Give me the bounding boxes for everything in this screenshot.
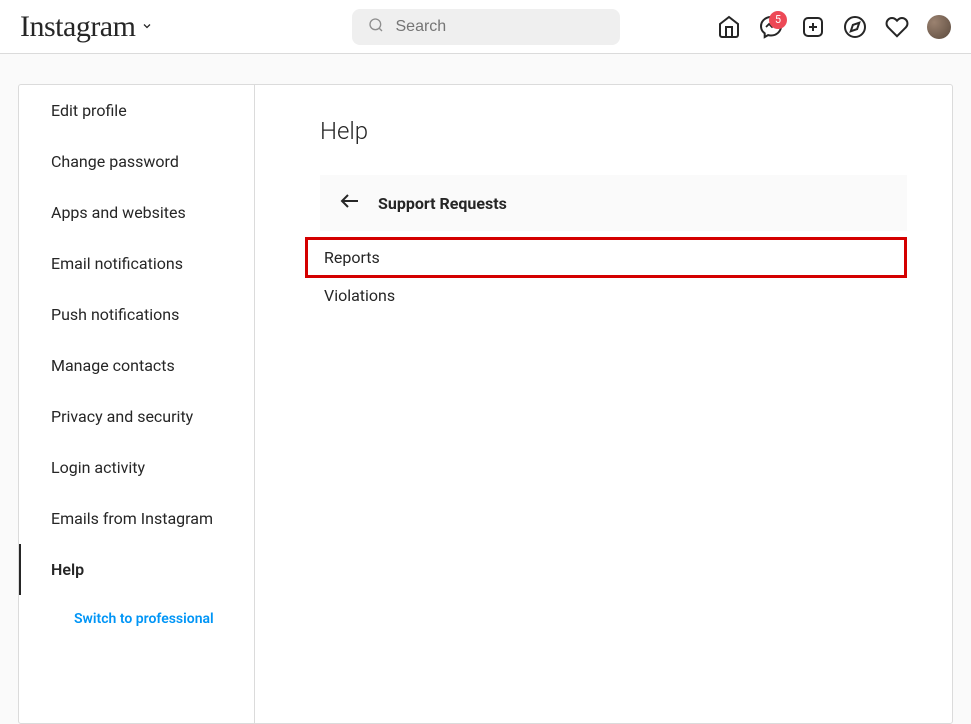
sidebar-item-push-notifications[interactable]: Push notifications	[19, 289, 254, 340]
row-violations[interactable]: Violations	[320, 278, 907, 313]
sidebar-item-email-notifications[interactable]: Email notifications	[19, 238, 254, 289]
sidebar-item-login-activity[interactable]: Login activity	[19, 442, 254, 493]
row-label: Reports	[324, 248, 380, 267]
sidebar-item-manage-contacts[interactable]: Manage contacts	[19, 340, 254, 391]
sidebar-item-label: Manage contacts	[51, 356, 175, 375]
support-requests-title: Support Requests	[378, 194, 507, 213]
avatar[interactable]	[927, 15, 951, 39]
sidebar-item-apps-websites[interactable]: Apps and websites	[19, 187, 254, 238]
explore-icon[interactable]	[843, 15, 867, 39]
settings-container: Edit profile Change password Apps and we…	[18, 84, 953, 724]
search-input[interactable]	[396, 18, 604, 36]
back-arrow-icon[interactable]	[338, 189, 362, 217]
settings-sidebar: Edit profile Change password Apps and we…	[19, 85, 255, 723]
sidebar-item-label: Emails from Instagram	[51, 509, 213, 528]
sidebar-item-label: Email notifications	[51, 254, 183, 273]
app-header: Instagram 5	[0, 0, 971, 54]
sidebar-item-label: Privacy and security	[51, 407, 193, 426]
support-requests-header[interactable]: Support Requests	[320, 175, 907, 231]
sidebar-item-label: Change password	[51, 152, 179, 171]
logo-dropdown[interactable]: Instagram	[20, 10, 153, 44]
sidebar-item-emails-instagram[interactable]: Emails from Instagram	[19, 493, 254, 544]
chevron-down-icon	[141, 17, 153, 36]
main-panel: Help Support Requests Reports Violations	[255, 85, 952, 723]
sidebar-item-privacy-security[interactable]: Privacy and security	[19, 391, 254, 442]
sidebar-item-label: Help	[51, 560, 84, 579]
switch-link-label: Switch to professional	[74, 611, 214, 627]
nav-icons: 5	[717, 15, 951, 39]
instagram-logo: Instagram	[20, 10, 135, 44]
sidebar-item-help[interactable]: Help	[19, 544, 254, 595]
search-bar[interactable]	[352, 9, 620, 45]
sidebar-item-label: Login activity	[51, 458, 145, 477]
row-label: Violations	[324, 286, 395, 305]
activity-icon[interactable]	[885, 15, 909, 39]
sidebar-item-label: Edit profile	[51, 101, 127, 120]
row-reports[interactable]: Reports	[305, 237, 907, 278]
page-title: Help	[320, 117, 907, 145]
sidebar-item-edit-profile[interactable]: Edit profile	[19, 85, 254, 136]
sidebar-item-change-password[interactable]: Change password	[19, 136, 254, 187]
sidebar-item-label: Apps and websites	[51, 203, 186, 222]
notification-badge: 5	[769, 11, 787, 29]
messenger-icon[interactable]: 5	[759, 15, 783, 39]
search-icon	[368, 17, 384, 37]
home-icon[interactable]	[717, 15, 741, 39]
sidebar-item-label: Push notifications	[51, 305, 179, 324]
new-post-icon[interactable]	[801, 15, 825, 39]
switch-professional-link[interactable]: Switch to professional	[19, 595, 254, 643]
